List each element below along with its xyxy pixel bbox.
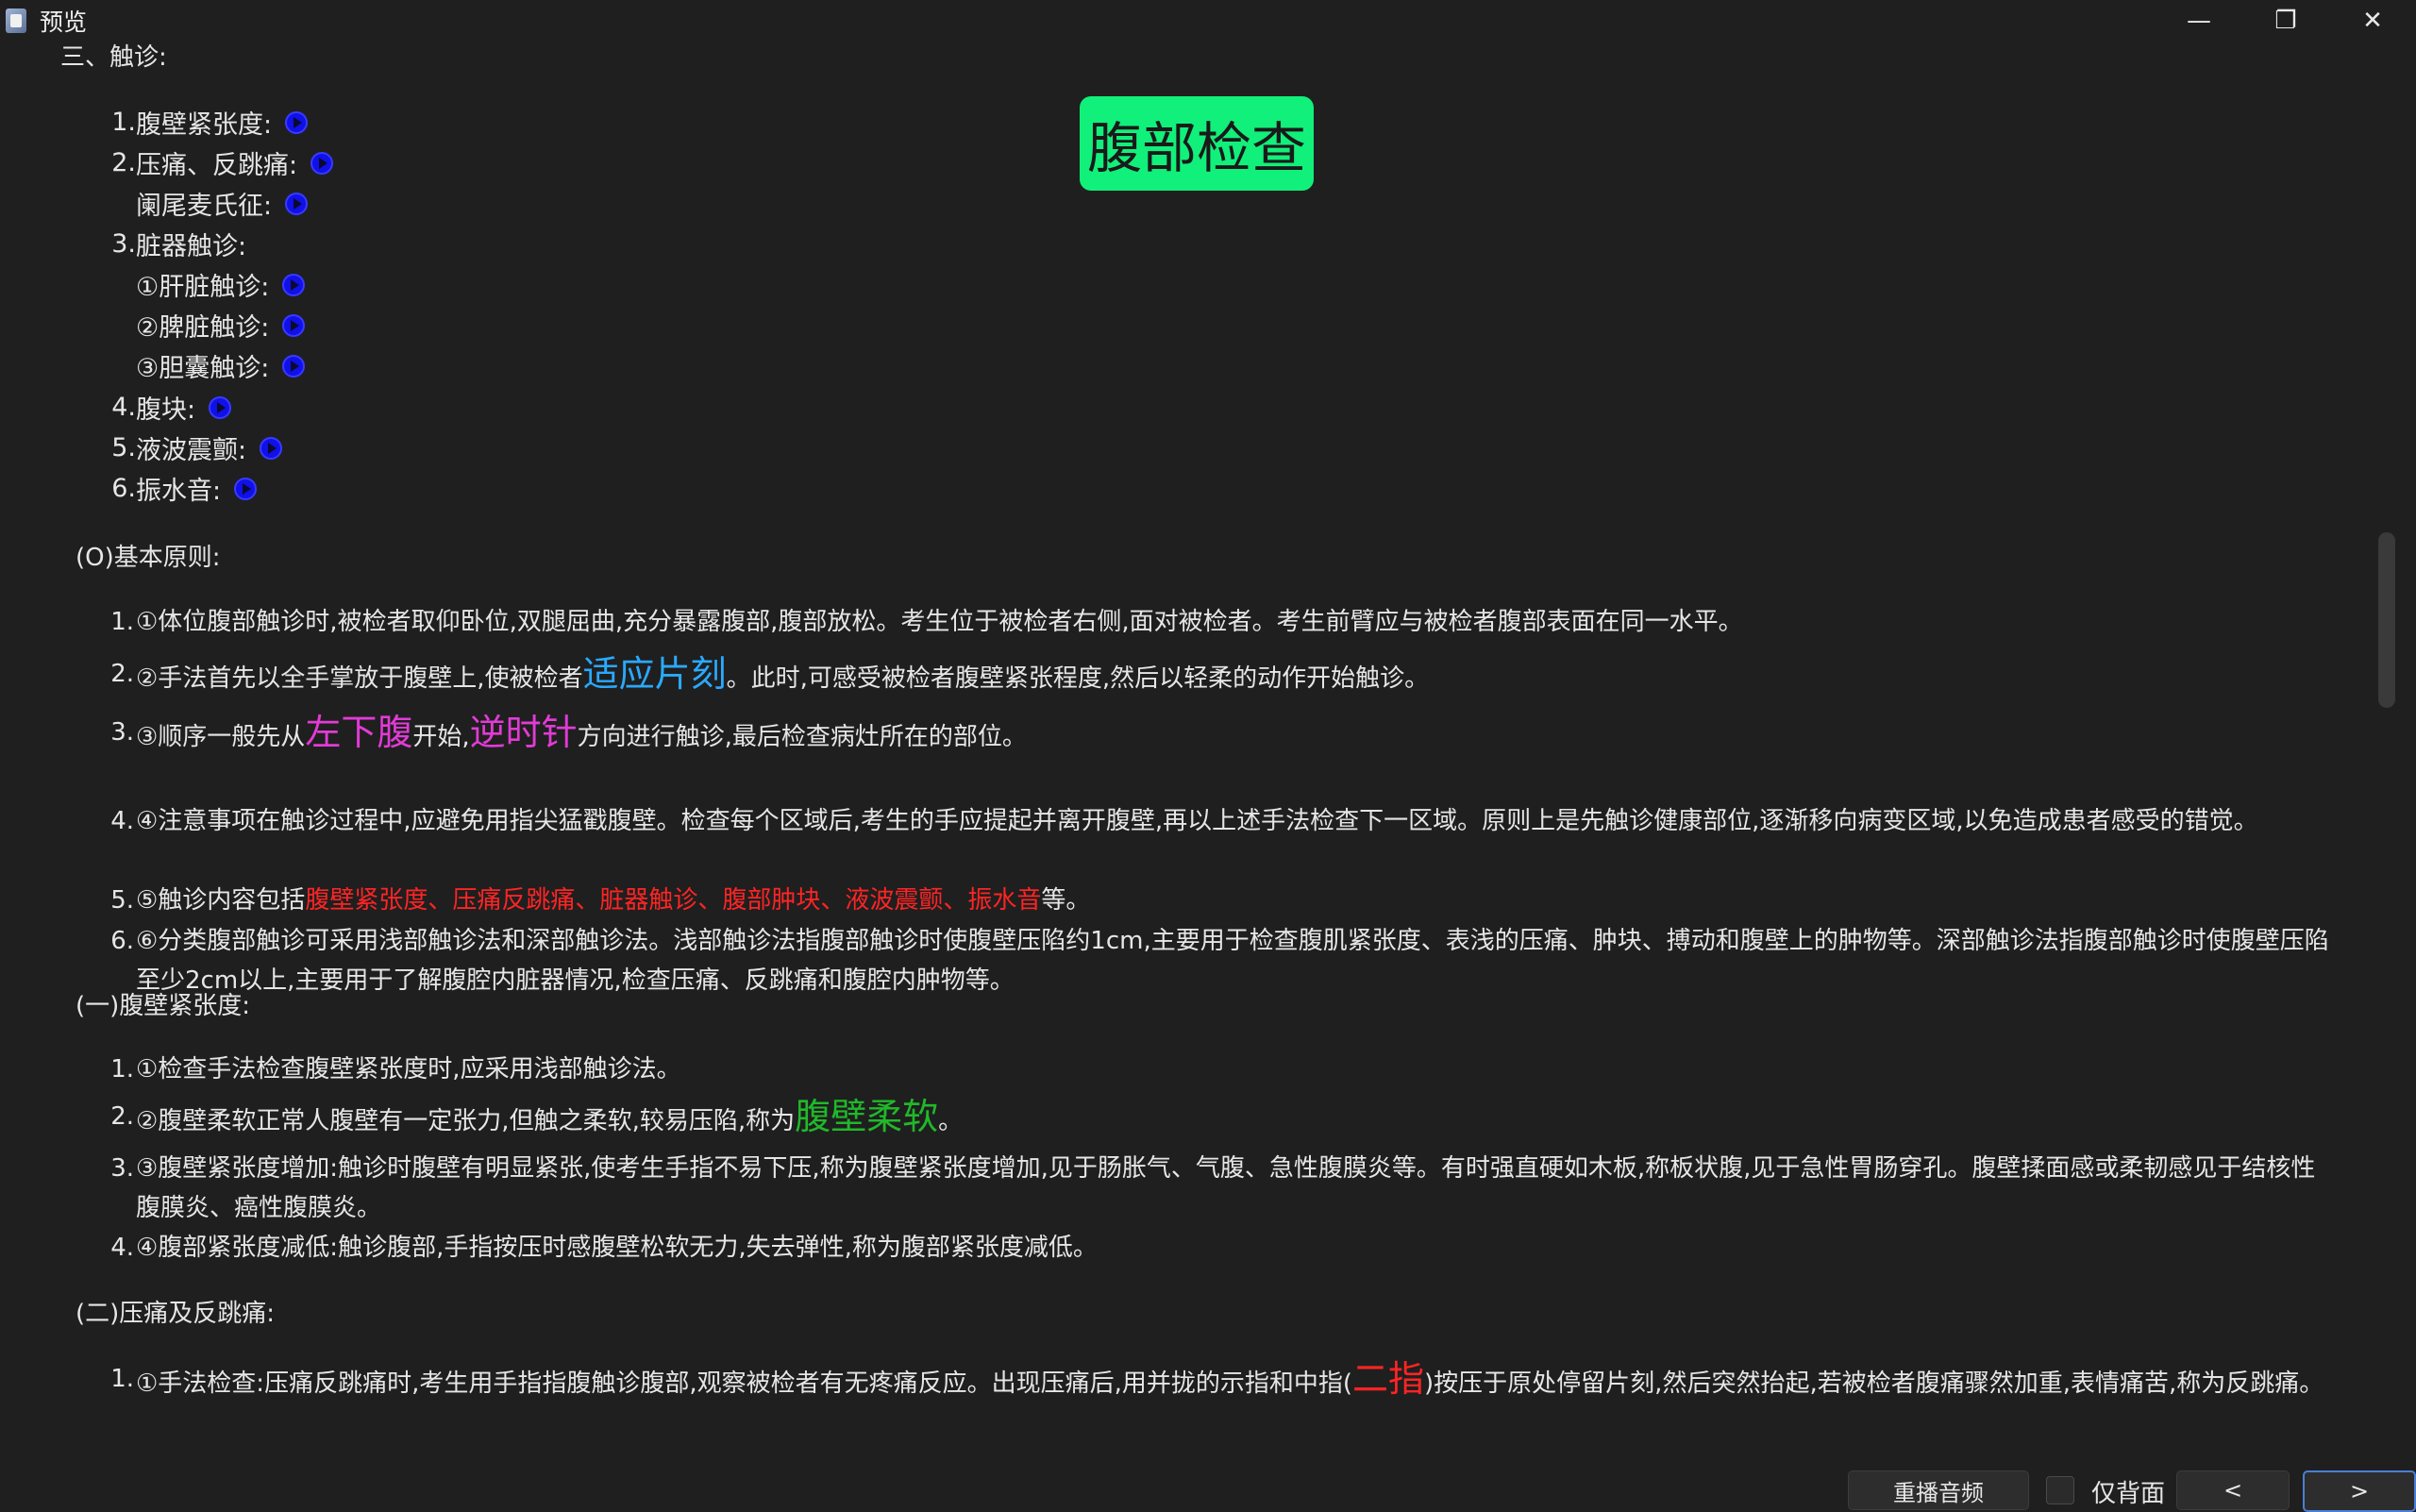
toc-label: 液波震颤: (136, 436, 247, 465)
item-num: 6. (110, 927, 134, 955)
toc-label: 振水音: (136, 477, 222, 506)
highlight-text: 逆时针 (469, 712, 578, 753)
preview-content: 三、触诊: 腹部检查 1. 腹壁紧张度: 2. 压痛、反跳痛: 阑尾麦氏征: 3. 脏… (0, 42, 2397, 1510)
toc-item-spleen: ②脾脏触诊: (136, 307, 306, 344)
item-num: 1. (110, 608, 134, 636)
close-button[interactable]: ✕ (2329, 0, 2416, 42)
item-num: 3. (110, 718, 134, 747)
highlight-text: 腹壁紧张度、压痛反跳痛、脏器触诊、腹部肿块、液波震颤、振水音 (305, 886, 1042, 915)
item-text: ④腹部紧张度减低:触诊腹部,手指按压时感腹壁松软无力,失去弹性,称为腹部紧张度减… (136, 1234, 1098, 1262)
highlight-text: 适应片刻 (582, 653, 727, 695)
item-num: 2. (110, 660, 134, 688)
item-text: ⑤触诊内容包括腹壁紧张度、压痛反跳痛、脏器触诊、腹部肿块、液波震颤、振水音等。 (136, 881, 2333, 920)
toc-num: 3. (111, 229, 136, 259)
play-audio-icon[interactable] (282, 354, 306, 378)
toc-label: ③胆囊触诊: (136, 354, 270, 383)
toc-label: 腹壁紧张度: (136, 110, 273, 140)
toc-num: 5. (111, 433, 136, 462)
toc-num: 6. (111, 474, 136, 503)
toc-item-mass: 4. 腹块: (106, 389, 232, 426)
text-run: ⑤触诊内容包括 (136, 886, 306, 915)
tenderness-heading: (二)压痛及反跳痛: (76, 1300, 276, 1328)
play-audio-icon[interactable] (285, 192, 309, 215)
text-run: ②腹壁柔软正常人腹壁有一定张力,但触之柔软,较易压陷,称为 (136, 1107, 796, 1135)
text-run: ②手法首先以全手掌放于腹壁上,使被检者 (136, 664, 583, 693)
item-text: ③顺序一般先从左下腹开始,逆时针方向进行触诊,最后检查病灶所在的部位。 (136, 706, 2333, 764)
highlight-text: 左下腹 (305, 712, 413, 753)
toc-num: 2. (111, 148, 136, 177)
toc-item-tension: 1. 腹壁紧张度: (106, 104, 309, 141)
toc-item-tenderness: 2. 压痛、反跳痛: (106, 144, 334, 181)
window-controls: — ❐ ✕ (2156, 0, 2416, 42)
title-bar: 预览 — ❐ ✕ (0, 0, 2416, 42)
item-text: ①手法检查:压痛反跳痛时,考生用手指指腹触诊腹部,观察被检者有无疼痛反应。出现压… (136, 1359, 2333, 1403)
toc-item-succussion: 6. 振水音: (106, 470, 258, 507)
item-text: ②腹壁柔软正常人腹壁有一定张力,但触之柔软,较易压陷,称为腹壁柔软。 (136, 1093, 2333, 1145)
bottom-toolbar: 重播音频 仅背面 < > (0, 1469, 2416, 1512)
toc-label: 脏器触诊: (136, 232, 247, 261)
play-audio-icon[interactable] (260, 436, 283, 460)
minimize-button[interactable]: — (2156, 0, 2242, 42)
toc-label: ②脾脏触诊: (136, 313, 270, 343)
text-run: 。 (938, 1107, 964, 1135)
back-only-label: 仅背面 (2091, 1480, 2166, 1508)
window-title: 预览 (40, 8, 88, 36)
toc-label: 阑尾麦氏征: (136, 192, 273, 221)
page-title-badge: 腹部检查 (1080, 96, 1314, 191)
scrollbar-thumb[interactable] (2378, 532, 2395, 708)
toc-label: 压痛、反跳痛: (136, 151, 298, 180)
toc-item-fluid-wave: 5. 液波震颤: (106, 429, 283, 466)
play-audio-icon[interactable] (209, 395, 232, 419)
next-button[interactable]: > (2303, 1470, 2416, 1512)
toc-item-liver: ①肝脏触诊: (136, 266, 306, 303)
item-num: 5. (110, 886, 134, 915)
play-audio-icon[interactable] (282, 273, 306, 296)
text-run: 开始, (412, 723, 470, 751)
replay-audio-button[interactable]: 重播音频 (1848, 1470, 2029, 1510)
text-run: ①手法检查:压痛反跳痛时,考生用手指指腹触诊腹部,观察被检者有无疼痛反应。出现压… (136, 1369, 1353, 1398)
item-text: ③腹壁紧张度增加:触诊时腹壁有明显紧张,使考生手指不易下压,称为腹壁紧张度增加,… (136, 1154, 2316, 1222)
text-run: 。此时,可感受被检者腹壁紧张程度,然后以轻柔的动作开始触诊。 (726, 664, 1430, 693)
toc-label: 腹块: (136, 395, 196, 425)
toc-num: 1. (111, 108, 136, 137)
toc-item-organs: 3. 脏器触诊: (106, 226, 246, 262)
maximize-button[interactable]: ❐ (2242, 0, 2329, 42)
section-title: 三、触诊: (60, 43, 167, 72)
item-num: 4. (110, 807, 134, 835)
toc-label: ①肝脏触诊: (136, 273, 270, 302)
prev-button[interactable]: < (2176, 1470, 2290, 1510)
item-text: ④注意事项在触诊过程中,应避免用指尖猛戳腹壁。检查每个区域后,考生的手应提起并离… (136, 807, 2258, 835)
item-text: ①检查手法检查腹壁紧张度时,应采用浅部触诊法。 (136, 1055, 681, 1084)
play-audio-icon[interactable] (310, 151, 334, 175)
highlight-text: 二指 (1352, 1358, 1425, 1400)
text-run: 方向进行触诊,最后检查病灶所在的部位。 (577, 723, 1027, 751)
play-audio-icon[interactable] (282, 313, 306, 337)
item-text: ⑥分类腹部触诊可采用浅部触诊法和深部触诊法。浅部触诊法指腹部触诊时使腹壁压陷约1… (136, 927, 2329, 995)
item-num: 4. (110, 1234, 134, 1262)
tension-heading: (一)腹壁紧张度: (76, 992, 251, 1020)
item-num: 3. (110, 1154, 134, 1183)
toc-item-mcburney: 阑尾麦氏征: (136, 185, 309, 222)
play-audio-icon[interactable] (234, 477, 258, 500)
text-run: 等。 (1041, 886, 1091, 915)
item-num: 1. (110, 1055, 134, 1084)
item-text: ②手法首先以全手掌放于腹壁上,使被检者适应片刻。此时,可感受被检者腹壁紧张程度,… (136, 647, 2333, 705)
play-audio-icon[interactable] (285, 110, 309, 134)
highlight-text: 腹壁柔软 (795, 1096, 939, 1137)
toc-item-gallbladder: ③胆囊触诊: (136, 347, 306, 384)
text-run: ③顺序一般先从 (136, 723, 306, 751)
item-num: 2. (110, 1102, 134, 1131)
basic-principles-heading: (O)基本原则: (76, 544, 221, 572)
app-icon (6, 8, 26, 33)
item-text: ①体位腹部触诊时,被检者取仰卧位,双腿屈曲,充分暴露腹部,腹部放松。考生位于被检… (136, 608, 1743, 636)
text-run: )按压于原处停留片刻,然后突然抬起,若被检者腹痛骤然加重,表情痛苦,称为反跳痛。 (1424, 1369, 2324, 1398)
item-num: 1. (110, 1365, 134, 1393)
back-only-checkbox[interactable] (2046, 1476, 2074, 1504)
toc-num: 4. (111, 393, 136, 422)
